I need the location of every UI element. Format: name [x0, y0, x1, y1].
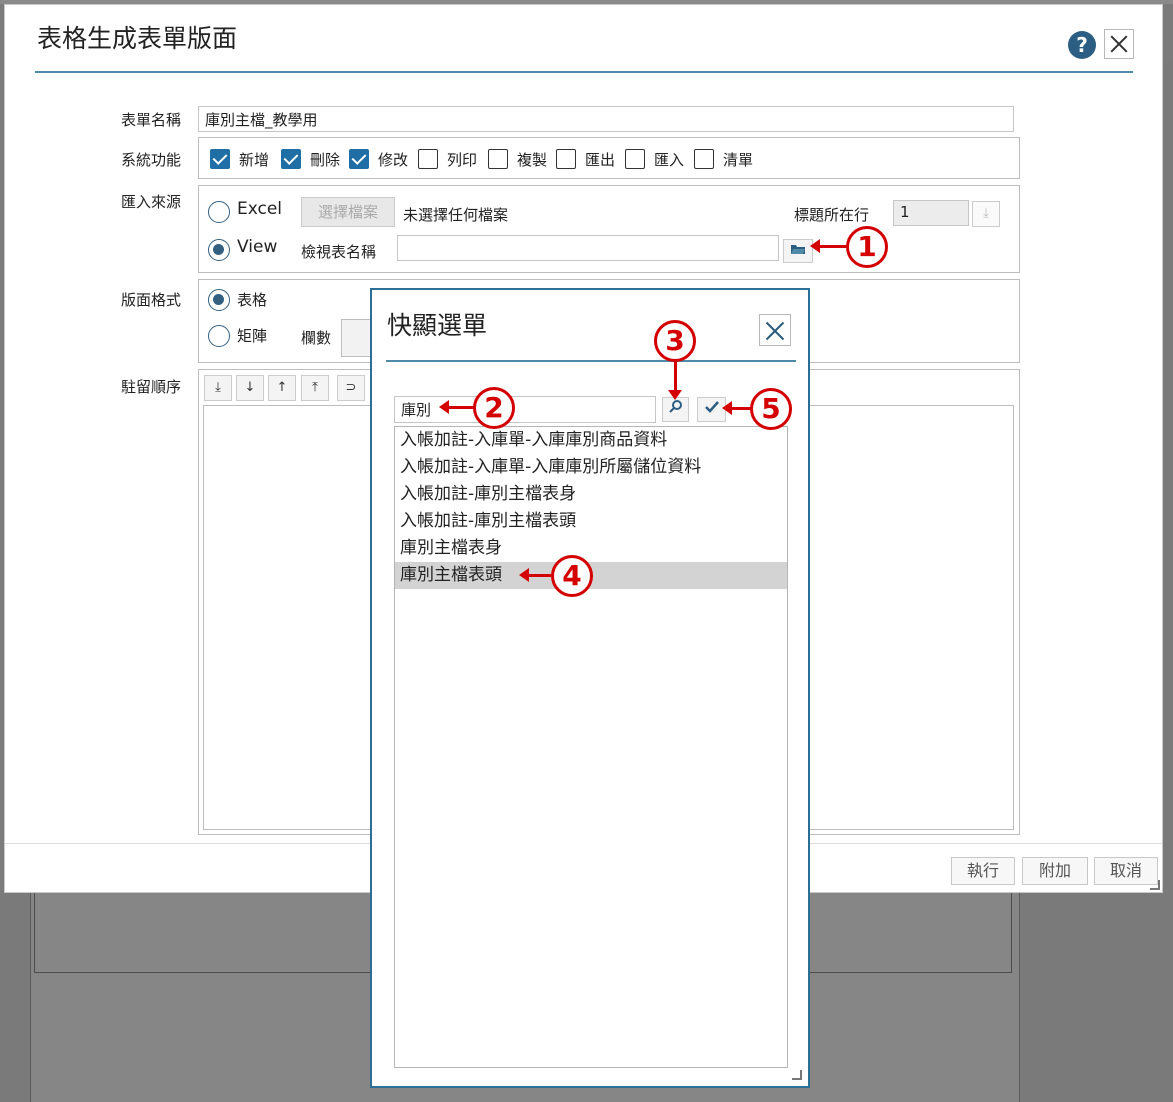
download-icon[interactable]: ⤓ [972, 201, 1000, 227]
form-name-input[interactable]: 庫別主檔_教學用 [198, 106, 1014, 132]
dialog-close-icon[interactable] [1104, 29, 1134, 59]
no-file-text: 未選擇任何檔案 [403, 206, 509, 224]
checkbox-func-5[interactable] [556, 149, 576, 169]
checkbox-func-4[interactable] [488, 149, 508, 169]
layout-matrix-radio[interactable] [208, 325, 230, 347]
checkbox-func-2[interactable] [349, 149, 369, 169]
move-bottom-icon[interactable]: ⤓ [204, 375, 232, 401]
popup-divider [386, 360, 796, 362]
layout-table-radio[interactable] [208, 289, 230, 311]
search-icon[interactable] [662, 397, 689, 422]
select-file-button[interactable]: 選擇檔案 [301, 197, 395, 227]
list-item[interactable]: 入帳加註-庫別主檔表頭 [395, 508, 787, 535]
dialog-resize-handle[interactable] [1150, 880, 1160, 890]
checkbox-func-label: 修改 [378, 151, 409, 169]
view-name-input[interactable] [397, 235, 779, 261]
columns-label: 欄數 [301, 329, 332, 347]
header-row-input[interactable]: 1 [893, 200, 969, 226]
dialog-title: 表格生成表單版面 [37, 24, 238, 53]
layout-table-label: 表格 [237, 291, 268, 309]
import-source-label: 匯入來源 [121, 193, 182, 211]
checkbox-func-label: 列印 [447, 151, 478, 169]
checkbox-func-label: 清單 [723, 151, 754, 169]
header-row-label: 標題所在行 [794, 206, 870, 224]
view-name-label: 檢視表名稱 [301, 243, 377, 261]
checkbox-func-7[interactable] [694, 149, 714, 169]
checkbox-func-3[interactable] [418, 149, 438, 169]
list-item[interactable]: 入帳加註-入庫單-入庫庫別商品資料 [395, 427, 787, 454]
excel-radio[interactable] [208, 201, 230, 223]
popup-close-icon[interactable] [759, 314, 791, 346]
link-icon[interactable]: ⊃ [337, 375, 365, 401]
checkbox-func-label: 複製 [517, 151, 548, 169]
list-item[interactable]: 入帳加註-庫別主檔表身 [395, 481, 787, 508]
popup-resize-handle[interactable] [792, 1070, 802, 1080]
layout-matrix-label: 矩陣 [237, 327, 268, 345]
move-up-icon[interactable]: ↑ [268, 375, 296, 401]
view-label: View [237, 237, 278, 257]
sys-func-label: 系統功能 [121, 151, 182, 169]
append-button[interactable]: 附加 [1022, 857, 1088, 885]
title-divider [35, 71, 1133, 73]
checkbox-func-0[interactable] [210, 149, 230, 169]
list-item[interactable]: 入帳加註-入庫單-入庫庫別所屬儲位資料 [395, 454, 787, 481]
callout-4: 4 [551, 555, 593, 597]
view-radio[interactable] [208, 239, 230, 261]
folder-open-icon[interactable] [783, 239, 813, 263]
checkbox-func-6[interactable] [625, 149, 645, 169]
checkbox-func-label: 匯出 [585, 151, 616, 169]
popup-result-list: 入帳加註-入庫單-入庫庫別商品資料 入帳加註-入庫單-入庫庫別所屬儲位資料 入帳加註… [394, 426, 788, 1068]
callout-2: 2 [473, 387, 515, 429]
popup-search-input[interactable]: 庫別 [394, 396, 656, 423]
execute-button[interactable]: 執行 [951, 857, 1015, 885]
popup-title: 快顯選單 [387, 311, 488, 340]
callout-1: 1 [846, 226, 888, 268]
checkbox-func-label: 匯入 [654, 151, 685, 169]
checkbox-func-label: 新增 [239, 151, 270, 169]
excel-label: Excel [237, 199, 283, 219]
order-label: 駐留順序 [121, 378, 182, 396]
help-icon[interactable]: ? [1068, 31, 1096, 59]
move-top-icon[interactable]: ⤒ [301, 375, 329, 401]
checkbox-func-1[interactable] [281, 149, 301, 169]
move-down-icon[interactable]: ↓ [236, 375, 264, 401]
layout-label: 版面格式 [121, 291, 182, 309]
cancel-button[interactable]: 取消 [1094, 857, 1158, 885]
checkbox-func-label: 刪除 [310, 151, 341, 169]
callout-3-arrow [668, 362, 682, 400]
callout-3: 3 [654, 320, 696, 362]
callout-5: 5 [750, 388, 792, 430]
form-name-label: 表單名稱 [121, 111, 182, 129]
list-item[interactable]: 庫別主檔表身 [395, 535, 787, 562]
